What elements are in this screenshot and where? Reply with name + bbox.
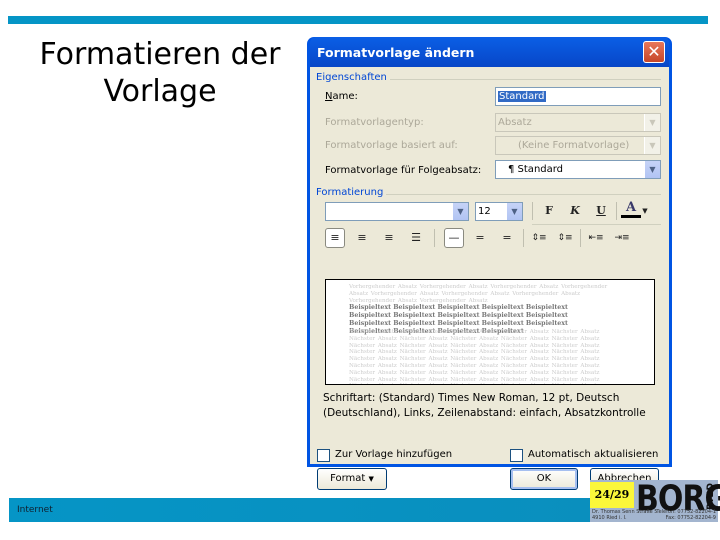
next-style-select[interactable]: ¶ Standard ▼ — [495, 160, 661, 179]
close-button[interactable]: ✕ — [643, 41, 665, 63]
double-spacing-icon: = — [502, 231, 512, 244]
modify-style-dialog: Formatvorlage ändern ✕ Eigenschaften Nam… — [307, 37, 672, 490]
align-right-button[interactable]: ≡ — [379, 228, 399, 248]
style-preview: Vorhergehender Absatz Vorhergehender Abs… — [325, 279, 655, 385]
align-left-button[interactable]: ≡ — [325, 228, 345, 248]
spacing-increase-icon: ⇕≡ — [531, 233, 547, 243]
chevron-down-icon: ▼ — [452, 203, 468, 220]
outdent-icon: ⇤≡ — [588, 233, 604, 243]
based-on-select[interactable]: (Keine Formatvorlage) ▼ — [495, 136, 661, 155]
logo-side-text: RIED — [706, 482, 716, 510]
chevron-down-icon: ▼ — [644, 161, 660, 178]
chevron-down-icon: ▼ — [644, 137, 660, 154]
ok-button[interactable]: OK — [510, 468, 578, 490]
logo-address: Dr. Thomas Senn Straße 5 4910 Ried i. I. — [592, 509, 657, 521]
toolbar-separator — [434, 229, 435, 247]
align-center-icon: ≡ — [357, 231, 367, 244]
next-style-label: Formatvorlage für Folgeabsatz: — [325, 165, 482, 176]
toolbar-separator — [580, 229, 581, 247]
font-color-dropdown-icon[interactable]: ▼ — [640, 201, 650, 221]
school-logo: 24/29 BORG RIED Dr. Thomas Senn Straße 5… — [590, 478, 720, 522]
close-icon: ✕ — [647, 42, 661, 61]
double-spacing-button[interactable]: = — [497, 228, 517, 248]
auto-update-checkbox[interactable] — [510, 449, 523, 462]
underline-button[interactable]: U — [591, 201, 611, 221]
caret-down-icon: ▼ — [368, 475, 374, 483]
group-divider — [386, 194, 661, 195]
font-size-select[interactable]: 12 ▼ — [475, 202, 523, 221]
font-size-value: 12 — [478, 206, 491, 217]
next-style-value: ¶ Standard — [508, 164, 564, 175]
slide-title-line2: Vorlage — [103, 74, 217, 109]
slide-title-line1: Formatieren der — [39, 37, 281, 72]
chevron-down-icon: ▼ — [644, 114, 660, 131]
justify-icon: ☰ — [411, 231, 421, 244]
add-to-template-label: Zur Vorlage hinzufügen — [335, 449, 453, 460]
font-color-button[interactable]: A — [621, 200, 641, 218]
based-on-label: Formatvorlage basiert auf: — [325, 140, 458, 151]
properties-group-label: Eigenschaften — [316, 72, 387, 83]
increase-indent-button[interactable]: ⇥≡ — [612, 228, 632, 248]
name-label: Name: — [325, 91, 358, 102]
logo-contact: Telefon: 07752-82204-1 Fax: 07752-82204-… — [656, 509, 716, 521]
style-type-label: Formatvorlagentyp: — [325, 117, 424, 128]
footer-label: Internet — [17, 505, 53, 515]
footer-bar: Internet — [9, 498, 599, 522]
add-to-template-checkbox[interactable] — [317, 449, 330, 462]
dialog-titlebar[interactable]: Formatvorlage ändern ✕ — [310, 37, 669, 67]
chevron-down-icon: ▼ — [506, 203, 522, 220]
name-input-value: Standard — [498, 91, 546, 102]
formatting-group-label: Formatierung — [316, 187, 384, 198]
format-button-label: Format — [330, 473, 366, 484]
toolbar-separator — [523, 229, 524, 247]
align-right-icon: ≡ — [384, 231, 394, 244]
single-spacing-icon: — — [448, 231, 460, 244]
style-type-value: Absatz — [498, 117, 532, 128]
toolbar-separator — [532, 202, 533, 220]
dialog-body: Eigenschaften Name: Standard Formatvorla… — [310, 67, 669, 490]
dialog-title: Formatvorlage ändern — [317, 45, 475, 60]
increase-paragraph-spacing-button[interactable]: ⇕≡ — [529, 228, 549, 248]
italic-button[interactable]: K — [565, 201, 585, 221]
spacing-decrease-icon: ⇕≡ — [557, 233, 573, 243]
preview-previous-paragraph: Vorhergehender Absatz Vorhergehender Abs… — [349, 284, 608, 304]
based-on-value: (Keine Formatvorlage) — [518, 140, 630, 151]
onehalf-spacing-button[interactable]: = — [470, 228, 490, 248]
format-button[interactable]: Format ▼ — [317, 468, 387, 490]
style-type-select[interactable]: Absatz ▼ — [495, 113, 661, 132]
font-select[interactable]: ▼ — [325, 202, 469, 221]
group-divider — [390, 79, 661, 80]
single-spacing-button[interactable]: — — [444, 228, 464, 248]
address-line: 4910 Ried i. I. — [592, 515, 627, 521]
indent-icon: ⇥≡ — [614, 233, 630, 243]
auto-update-label: Automatisch aktualisieren — [528, 449, 659, 460]
contact-line: Fax: 07752-82204-9 — [665, 515, 716, 521]
page-indicator: 24/29 — [590, 482, 634, 508]
decrease-indent-button[interactable]: ⇤≡ — [586, 228, 606, 248]
justify-button[interactable]: ☰ — [406, 228, 426, 248]
align-left-icon: ≡ — [330, 231, 340, 244]
bold-button[interactable]: F — [539, 201, 559, 221]
align-center-button[interactable]: ≡ — [352, 228, 372, 248]
style-description: Schriftart: (Standard) Times New Roman, … — [323, 392, 646, 419]
toolbar-divider — [532, 224, 661, 225]
toolbar-separator — [616, 202, 617, 220]
decrease-paragraph-spacing-button[interactable]: ⇕≡ — [555, 228, 575, 248]
top-accent-bar — [8, 16, 708, 24]
slide-title: Formatieren der Vorlage — [20, 36, 300, 110]
name-input[interactable]: Standard — [495, 87, 661, 106]
preview-next-paragraph: Nächster Absatz Nächster Absatz Nächster… — [349, 329, 600, 384]
onehalf-spacing-icon: = — [475, 231, 485, 244]
